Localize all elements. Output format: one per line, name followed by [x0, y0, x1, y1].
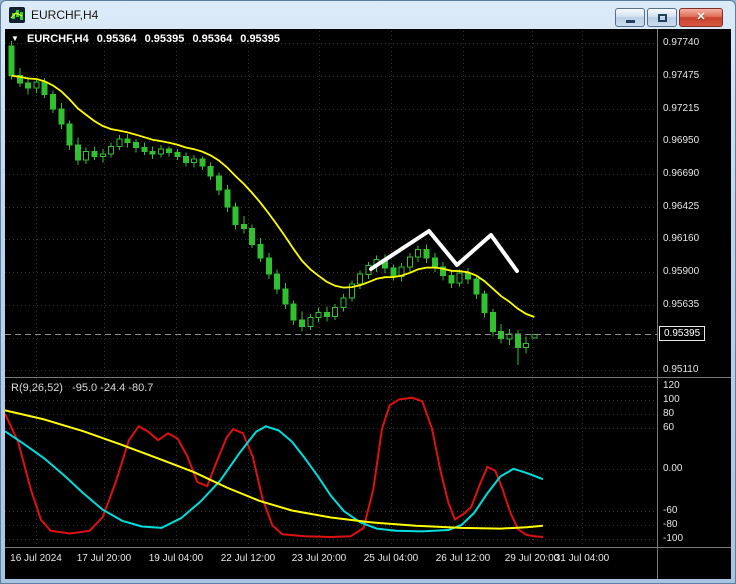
open-value: 0.95364: [96, 33, 137, 45]
maximize-icon: [657, 13, 667, 22]
price-tick-label: 0.96690: [663, 168, 700, 179]
chart-client-area: 16 Jul 2024 17 Jul 20:00 19 Jul 04:00 22 Ju…: [5, 29, 731, 579]
indicator-tick-label: -80: [663, 519, 678, 530]
indicator-tick-label: 100: [663, 394, 680, 405]
time-label: 16 Jul 2024: [10, 553, 62, 564]
current-price-tag: 0.95395: [659, 326, 706, 341]
high-value: 0.95395: [144, 33, 185, 45]
window-title: EURCHF,H4: [31, 8, 99, 22]
price-tick-label: 0.97475: [663, 70, 700, 81]
main-chart-canvas[interactable]: [5, 31, 657, 376]
indicator-values: -95.0 -24.4 -80.7: [72, 382, 154, 394]
minimize-button[interactable]: [615, 8, 645, 27]
price-axis[interactable]: 0.95395 0.97740 0.97475 0.97215 0.96950 0.96…: [658, 29, 731, 579]
time-label: 17 Jul 20:00: [76, 553, 132, 564]
indicator-tick-label: 60: [663, 422, 675, 433]
indicator-readout: R(9,26,52) -95.0 -24.4 -80.7: [11, 382, 159, 394]
panel-divider[interactable]: [5, 377, 731, 378]
price-tick-label: 0.95635: [663, 299, 700, 310]
ohlc-readout: ▼ EURCHF,H4 0.95364 0.95395 0.95364 0.95…: [11, 33, 285, 45]
time-label: 22 Jul 12:00: [220, 553, 276, 564]
price-tick-label: 0.97215: [663, 103, 700, 114]
axis-divider: [5, 547, 731, 548]
indicator-name: R(9,26,52): [11, 382, 63, 394]
low-value: 0.95364: [192, 33, 233, 45]
time-label: 29 Jul 20:00: [504, 553, 560, 564]
indicator-tick-label: 0.00: [663, 463, 683, 474]
price-tick-label: 0.95110: [663, 364, 699, 375]
close-value: 0.95395: [240, 33, 281, 45]
time-label: 26 Jul 12:00: [435, 553, 491, 564]
time-label: 25 Jul 04:00: [363, 553, 419, 564]
close-icon: ✕: [696, 11, 706, 23]
window: EURCHF,H4 ✕ 16 Jul 2024 17 Jul 20:00 19 Ju…: [0, 0, 736, 584]
symbol-timeframe-label: EURCHF,H4: [26, 33, 89, 45]
time-label: 19 Jul 04:00: [148, 553, 204, 564]
moving-average-line: [11, 74, 535, 318]
time-label: 23 Jul 20:00: [291, 553, 347, 564]
time-label: 31 Jul 04:00: [554, 553, 610, 564]
price-tick-label: 0.96950: [663, 135, 700, 146]
indicator-tick-label: 80: [663, 408, 675, 419]
maximize-button[interactable]: [647, 8, 677, 27]
indicator-canvas[interactable]: [5, 379, 657, 546]
indicator-tick-label: 120: [663, 380, 680, 391]
title-bar: EURCHF,H4 ✕: [1, 1, 735, 29]
price-tick-label: 0.95900: [663, 266, 700, 277]
price-tick-label: 0.97740: [663, 37, 700, 48]
price-tick-label: 0.96160: [663, 233, 700, 244]
window-icon[interactable]: [9, 7, 25, 23]
time-axis[interactable]: 16 Jul 2024 17 Jul 20:00 19 Jul 04:00 22 Ju…: [5, 548, 657, 581]
minimize-icon: [625, 20, 635, 23]
price-tick-label: 0.96425: [663, 201, 700, 212]
chart-marker-icon: ▼: [11, 34, 19, 43]
indicator-line-fast-red: [5, 396, 543, 538]
indicator-tick-label: -100: [663, 533, 684, 544]
indicator-tick-label: -60: [663, 505, 678, 516]
close-button[interactable]: ✕: [679, 8, 723, 27]
